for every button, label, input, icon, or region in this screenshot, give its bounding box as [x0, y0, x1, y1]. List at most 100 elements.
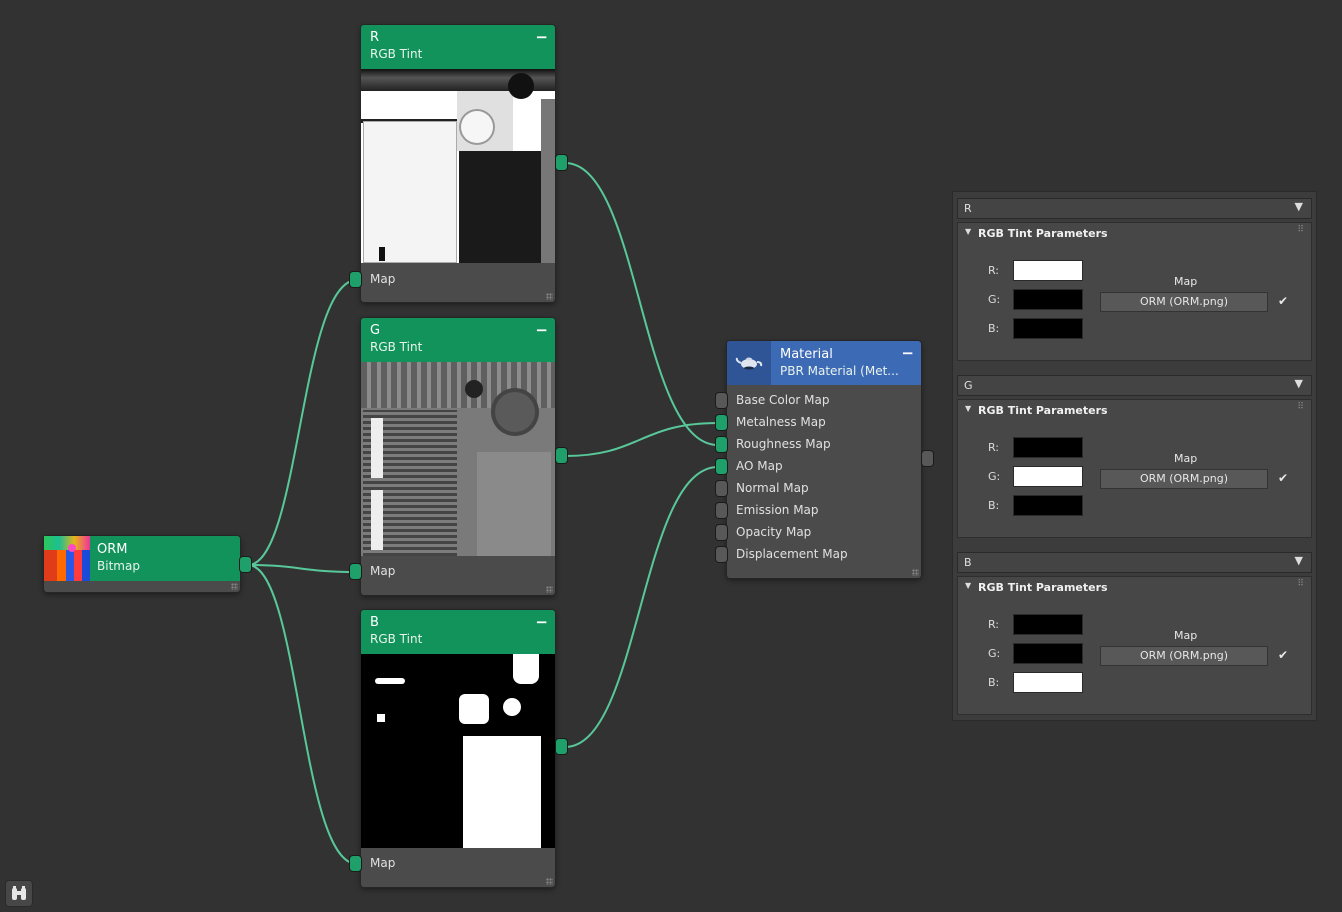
wire-r-to-roughness — [564, 162, 719, 446]
color-swatch-r[interactable] — [1014, 438, 1082, 457]
color-swatch-b[interactable] — [1014, 496, 1082, 515]
map-label: Map — [1174, 629, 1198, 642]
wire-b-to-ao — [564, 466, 719, 748]
wire-orm-to-b — [247, 564, 358, 865]
drag-handle-icon[interactable]: ⠿ — [1297, 579, 1304, 589]
map-enabled-checkbox[interactable]: ✔ — [1278, 648, 1288, 662]
dropdown-triangle-icon[interactable]: ▼ — [1295, 200, 1303, 213]
g-output-socket[interactable] — [556, 448, 567, 463]
material-input-label: Opacity Map — [736, 525, 812, 539]
material-input-label: Base Color Map — [736, 393, 830, 407]
r-map-input-label: Map — [370, 272, 396, 286]
rgb-tint-parameters-group: ▼ RGB Tint Parameters ⠿ R: G: B: Map ORM (ORM.p… — [958, 223, 1311, 360]
b-output-socket[interactable] — [556, 739, 567, 754]
r-preview-image — [361, 69, 555, 263]
teapot-icon — [727, 341, 771, 385]
material-output-socket[interactable] — [922, 451, 933, 466]
color-swatch-g[interactable] — [1014, 644, 1082, 663]
channel-label-b: B: — [988, 676, 1000, 689]
r-output-socket[interactable] — [556, 155, 567, 170]
map-enabled-checkbox[interactable]: ✔ — [1278, 471, 1288, 485]
material-input-socket[interactable] — [716, 459, 727, 474]
b-map-input-socket[interactable] — [350, 856, 361, 871]
group-title: RGB Tint Parameters — [978, 404, 1108, 417]
b-collapse-button[interactable]: − — [535, 613, 548, 631]
map-slot-button[interactable]: ORM (ORM.png) — [1101, 470, 1267, 488]
drag-handle-icon[interactable]: ⠿ — [1297, 402, 1304, 412]
material-collapse-button[interactable]: − — [901, 344, 914, 362]
rollout-name: G — [964, 379, 973, 392]
b-node-header[interactable]: B RGB Tint − — [361, 610, 555, 654]
orm-node-title: ORM — [97, 542, 128, 557]
r-resize-grip[interactable] — [546, 293, 553, 300]
b-preview-image — [361, 654, 555, 848]
color-swatch-r[interactable] — [1014, 261, 1082, 280]
color-swatch-g[interactable] — [1014, 467, 1082, 486]
collapse-triangle-icon[interactable]: ▼ — [965, 404, 971, 413]
rgb-tint-node-g[interactable]: G RGB Tint − Map — [361, 318, 555, 595]
color-swatch-b[interactable] — [1014, 673, 1082, 692]
material-input-label: Emission Map — [736, 503, 819, 517]
color-swatch-g[interactable] — [1014, 290, 1082, 309]
g-resize-grip[interactable] — [546, 586, 553, 593]
g-collapse-button[interactable]: − — [535, 321, 548, 339]
wire-g-to-metalness — [564, 422, 719, 457]
rgb-tint-parameters-group: ▼ RGB Tint Parameters ⠿ R: G: B: Map ORM (ORM.p… — [958, 577, 1311, 714]
rollout-name: B — [964, 556, 972, 569]
dropdown-triangle-icon[interactable]: ▼ — [1295, 377, 1303, 390]
g-map-input-socket[interactable] — [350, 564, 361, 579]
orm-output-socket[interactable] — [240, 557, 251, 572]
dropdown-triangle-icon[interactable]: ▼ — [1295, 554, 1303, 567]
map-label: Map — [1174, 275, 1198, 288]
b-node-title: B — [370, 615, 379, 630]
material-node-header[interactable]: Material PBR Material (Met... − — [727, 341, 921, 385]
parameter-editor-panel: R ▼ ▼ RGB Tint Parameters ⠿ R: G: B: Map ORM (ORM… — [953, 192, 1316, 720]
material-input-socket[interactable] — [716, 525, 727, 540]
binoculars-button[interactable] — [6, 881, 32, 906]
node-editor-canvas[interactable]: ORM Bitmap R RGB Tint − Map G RGB Tint −… — [0, 0, 1342, 912]
b-map-input-label: Map — [370, 856, 396, 870]
color-swatch-b[interactable] — [1014, 319, 1082, 338]
material-input-socket[interactable] — [716, 547, 727, 562]
map-enabled-checkbox[interactable]: ✔ — [1278, 294, 1288, 308]
orm-node-subtitle: Bitmap — [97, 559, 140, 573]
group-title: RGB Tint Parameters — [978, 581, 1108, 594]
material-resize-grip[interactable] — [912, 569, 919, 576]
material-input-socket[interactable] — [716, 415, 727, 430]
map-slot-button[interactable]: ORM (ORM.png) — [1101, 293, 1267, 311]
pbr-material-node[interactable]: Material PBR Material (Met... − Base Col… — [727, 341, 921, 578]
r-collapse-button[interactable]: − — [535, 28, 548, 46]
drag-handle-icon[interactable]: ⠿ — [1297, 225, 1304, 235]
channel-label-b: B: — [988, 322, 1000, 335]
material-input-socket[interactable] — [716, 481, 727, 496]
g-map-input-label: Map — [370, 564, 396, 578]
rollout-header[interactable]: G ▼ — [958, 376, 1311, 395]
rollout-header[interactable]: B ▼ — [958, 553, 1311, 572]
group-title: RGB Tint Parameters — [978, 227, 1108, 240]
rgb-tint-parameters-group: ▼ RGB Tint Parameters ⠿ R: G: B: Map ORM (ORM.p… — [958, 400, 1311, 537]
material-input-socket[interactable] — [716, 503, 727, 518]
orm-resize-grip[interactable] — [231, 583, 238, 590]
rollout-header[interactable]: R ▼ — [958, 199, 1311, 218]
channel-label-b: B: — [988, 499, 1000, 512]
r-node-title: R — [370, 30, 380, 45]
channel-label-r: R: — [988, 264, 1000, 277]
material-input-socket[interactable] — [716, 437, 727, 452]
g-preview-image — [361, 362, 555, 556]
b-resize-grip[interactable] — [546, 878, 553, 885]
orm-node-header[interactable]: ORM Bitmap — [44, 536, 240, 581]
collapse-triangle-icon[interactable]: ▼ — [965, 581, 971, 590]
orm-bitmap-node[interactable]: ORM Bitmap — [44, 536, 240, 592]
map-slot-button[interactable]: ORM (ORM.png) — [1101, 647, 1267, 665]
material-input-socket[interactable] — [716, 393, 727, 408]
wire-orm-to-r — [247, 279, 358, 566]
collapse-triangle-icon[interactable]: ▼ — [965, 227, 971, 236]
rgb-tint-node-b[interactable]: B RGB Tint − Map — [361, 610, 555, 887]
rgb-tint-node-r[interactable]: R RGB Tint − Map — [361, 25, 555, 302]
color-swatch-r[interactable] — [1014, 615, 1082, 634]
binoculars-icon — [12, 886, 26, 900]
g-node-header[interactable]: G RGB Tint − — [361, 318, 555, 362]
r-map-input-socket[interactable] — [350, 272, 361, 287]
wire-orm-to-g — [247, 564, 358, 573]
r-node-header[interactable]: R RGB Tint − — [361, 25, 555, 69]
